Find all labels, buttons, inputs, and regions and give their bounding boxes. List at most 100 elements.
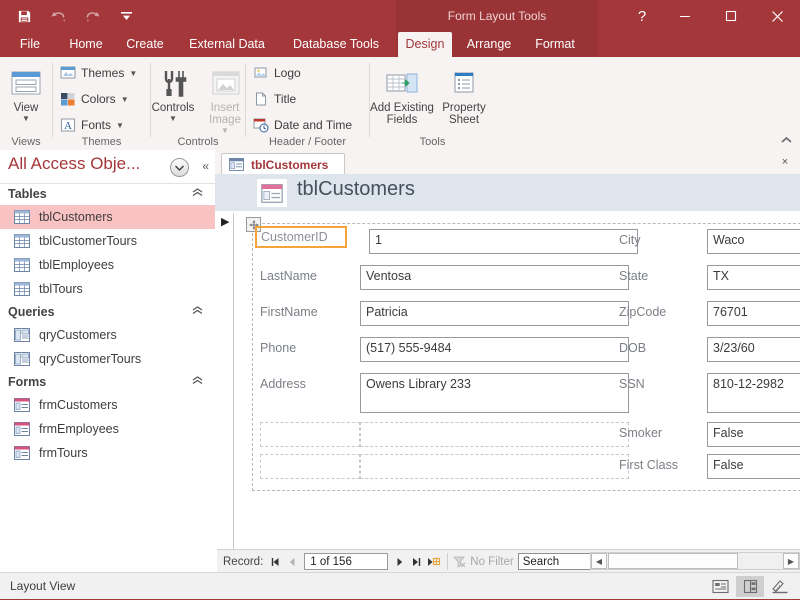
customize-qat-icon[interactable] <box>116 6 136 26</box>
controls-button[interactable]: Controls ▼ <box>147 61 199 123</box>
current-record-field[interactable]: 1 of 156 <box>304 553 389 570</box>
last-record-button[interactable] <box>408 552 425 571</box>
sidebar-item-frmtours[interactable]: frmTours <box>0 441 215 465</box>
title-button[interactable]: Title <box>252 88 296 110</box>
chevron-up-icon[interactable] <box>192 376 203 388</box>
save-icon[interactable] <box>14 6 34 26</box>
themes-icon <box>59 65 76 82</box>
design-view-button[interactable] <box>766 576 794 597</box>
tab-design[interactable]: Design <box>398 32 452 57</box>
empty-label-cell[interactable] <box>260 454 360 479</box>
view-button[interactable]: View ▼ <box>0 61 52 123</box>
sidebar-item-qrycustomertours[interactable]: qryCustomerTours <box>0 347 215 371</box>
empty-label-cell[interactable] <box>260 422 360 447</box>
sidebar-item-tbltours[interactable]: tblTours <box>0 277 215 301</box>
field-label-ssn[interactable]: SSN <box>619 373 707 391</box>
tab-format[interactable]: Format <box>526 32 584 57</box>
nav-group-forms[interactable]: Forms <box>0 371 215 393</box>
field-label-phone[interactable]: Phone <box>260 337 360 355</box>
field-value-dob[interactable]: 3/23/60 <box>707 337 800 362</box>
date-time-button[interactable]: Date and Time <box>252 114 352 136</box>
field-value-smoker[interactable]: False <box>707 422 800 447</box>
table-icon <box>14 210 30 224</box>
empty-value-cell[interactable] <box>360 454 629 479</box>
fonts-button[interactable]: A Fonts ▼ <box>59 114 124 136</box>
tab-arrange[interactable]: Arrange <box>458 32 520 57</box>
empty-value-cell[interactable] <box>360 422 629 447</box>
logo-button[interactable]: Logo <box>252 62 301 84</box>
colors-dropdown-arrow[interactable]: ▼ <box>121 95 129 104</box>
field-value-city[interactable]: Waco <box>707 229 800 254</box>
navigation-pane-dropdown-icon[interactable] <box>170 158 189 177</box>
sidebar-item-tblcustomers[interactable]: tblCustomers <box>0 205 215 229</box>
field-label-city[interactable]: City <box>619 229 707 247</box>
horizontal-scrollbar[interactable]: ◀ ▶ <box>590 552 800 570</box>
help-button[interactable]: ? <box>622 0 662 32</box>
tab-external-data[interactable]: External Data <box>178 32 276 57</box>
field-value-customerid[interactable]: 1 <box>369 229 638 254</box>
colors-button[interactable]: Colors ▼ <box>59 88 129 110</box>
field-value-state[interactable]: TX <box>707 265 800 290</box>
form-view-button[interactable] <box>706 576 734 597</box>
field-value-first-class[interactable]: False <box>707 454 800 479</box>
undo-icon[interactable] <box>48 6 68 26</box>
themes-button[interactable]: Themes ▼ <box>59 62 137 84</box>
field-label-lastname[interactable]: LastName <box>260 265 360 283</box>
field-label-dob[interactable]: DOB <box>619 337 707 355</box>
field-value-lastname[interactable]: Ventosa <box>360 265 629 290</box>
field-value-phone[interactable]: (517) 555-9484 <box>360 337 629 362</box>
sidebar-item-tblcustomertours[interactable]: tblCustomerTours <box>0 229 215 253</box>
field-value-address[interactable]: Owens Library 233 <box>360 373 629 413</box>
sidebar-item-tblemployees[interactable]: tblEmployees <box>0 253 215 277</box>
field-value-firstname[interactable]: Patricia <box>360 301 629 326</box>
collapse-ribbon-button[interactable] <box>778 132 794 148</box>
sidebar-item-qrycustomers[interactable]: qryCustomers <box>0 323 215 347</box>
close-button[interactable] <box>754 0 800 32</box>
field-value-zipcode[interactable]: 76701 <box>707 301 800 326</box>
field-label-first-class[interactable]: First Class <box>619 454 707 472</box>
sidebar-item-frmemployees[interactable]: frmEmployees <box>0 417 215 441</box>
next-record-button[interactable] <box>391 552 408 571</box>
field-label-firstname[interactable]: FirstName <box>260 301 360 319</box>
controls-dropdown-arrow[interactable]: ▼ <box>169 115 177 123</box>
sidebar-item-frmcustomers[interactable]: frmCustomers <box>0 393 215 417</box>
layout-view-button[interactable] <box>736 575 764 597</box>
nav-group-label: Queries <box>8 305 55 319</box>
field-label-customerid[interactable]: CustomerID <box>255 226 347 248</box>
insert-image-dropdown-arrow[interactable]: ▼ <box>221 127 229 135</box>
add-existing-fields-button[interactable]: Add Existing Fields <box>370 61 434 126</box>
new-record-button[interactable] <box>425 552 442 571</box>
record-selector-bar[interactable]: ▶ <box>217 213 234 549</box>
field-value-ssn[interactable]: 810-12-2982 <box>707 373 800 413</box>
nav-group-queries[interactable]: Queries <box>0 301 215 323</box>
tab-create[interactable]: Create <box>118 32 172 57</box>
filter-status-button[interactable]: No Filter <box>453 556 514 568</box>
document-tab-tblcustomers[interactable]: tblCustomers <box>221 153 346 175</box>
minimize-button[interactable] <box>662 0 708 32</box>
insert-image-button[interactable]: Insert Image ▼ <box>199 61 251 135</box>
first-record-button[interactable] <box>267 552 284 571</box>
close-document-button[interactable]: × <box>778 155 792 169</box>
fonts-dropdown-arrow[interactable]: ▼ <box>116 121 124 130</box>
field-label-address[interactable]: Address <box>260 373 360 391</box>
chevron-up-icon[interactable] <box>192 188 203 200</box>
scroll-left-arrow-icon[interactable]: ◀ <box>591 553 607 569</box>
tab-home[interactable]: Home <box>60 32 112 57</box>
field-label-zipcode[interactable]: ZipCode <box>619 301 707 319</box>
maximize-button[interactable] <box>708 0 754 32</box>
property-sheet-button[interactable]: Property Sheet <box>434 61 494 126</box>
navigation-pane-list[interactable]: Tables tblCustomers tblCustomerTours tbl… <box>0 183 215 572</box>
scrollbar-thumb[interactable] <box>608 553 738 569</box>
chevron-up-icon[interactable] <box>192 306 203 318</box>
previous-record-button[interactable] <box>284 552 301 571</box>
tab-database-tools[interactable]: Database Tools <box>282 32 390 57</box>
field-label-smoker[interactable]: Smoker <box>619 422 707 440</box>
view-dropdown-arrow[interactable]: ▼ <box>22 115 30 123</box>
scroll-right-arrow-icon[interactable]: ▶ <box>783 553 799 569</box>
tab-file[interactable]: File <box>8 32 52 57</box>
themes-dropdown-arrow[interactable]: ▼ <box>129 69 137 78</box>
collapse-navigation-pane-icon[interactable]: « <box>202 159 209 173</box>
field-label-state[interactable]: State <box>619 265 707 283</box>
redo-icon[interactable] <box>82 6 102 26</box>
nav-group-tables[interactable]: Tables <box>0 183 215 205</box>
